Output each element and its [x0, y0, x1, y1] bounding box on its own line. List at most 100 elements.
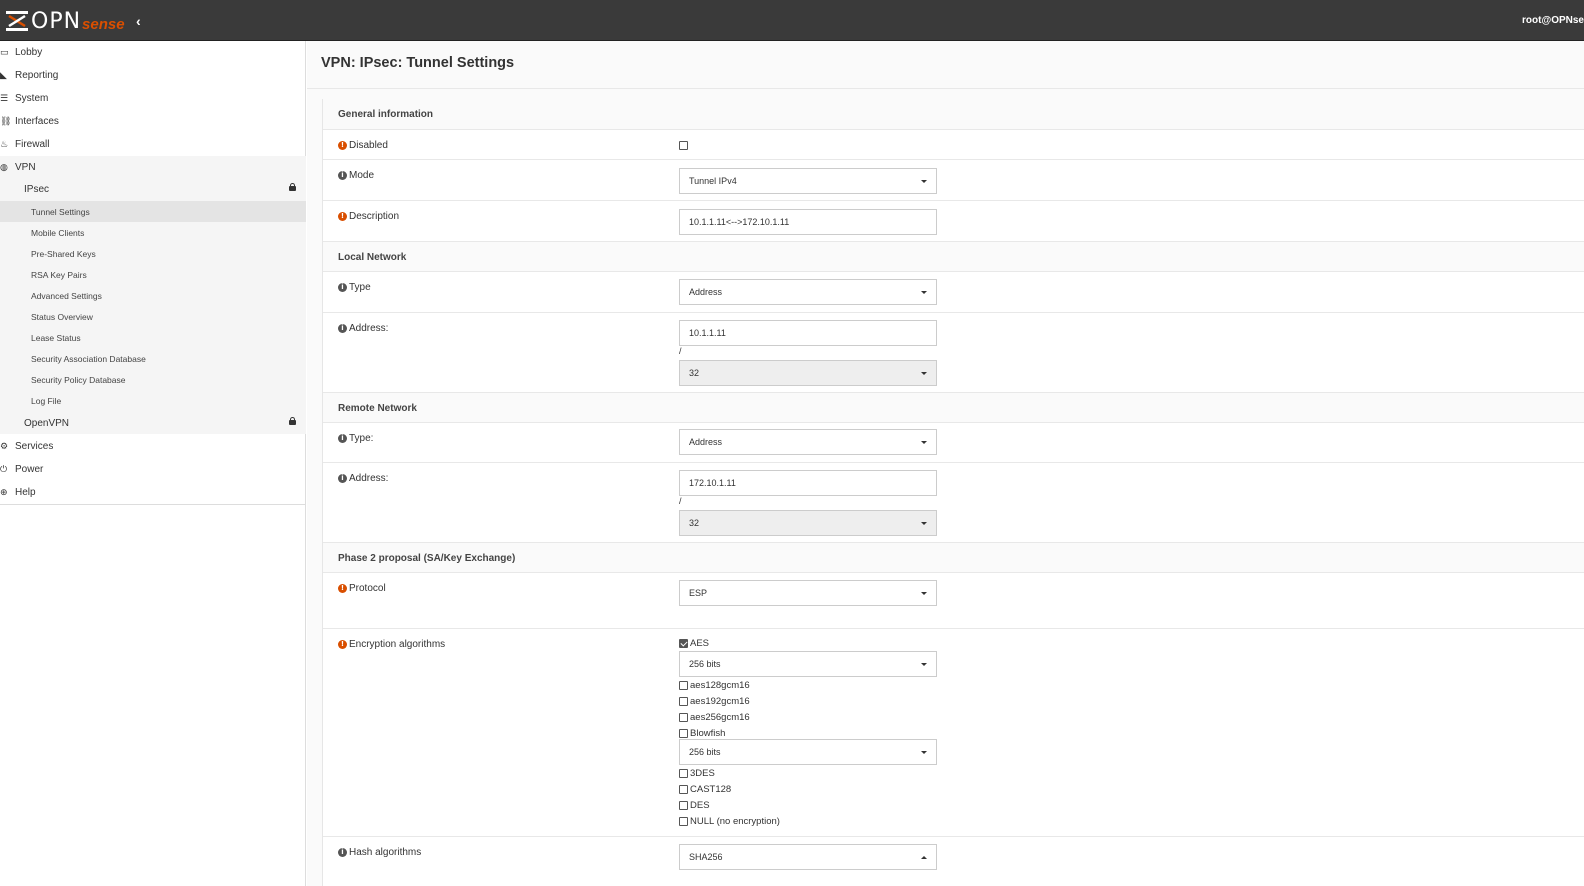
row-mode: i Mode Tunnel IPv4 [323, 160, 1584, 201]
sidebar-item-power[interactable]: ⏻ Power [0, 458, 306, 480]
aes192gcm16-checkbox[interactable] [679, 697, 688, 706]
local-address-input[interactable]: 10.1.1.11 [679, 320, 937, 346]
sidebar-item-help[interactable]: ⊕ Help [0, 481, 306, 503]
field-label: Address: [349, 473, 389, 484]
blowfish-bits-select[interactable]: 256 bits [679, 739, 937, 765]
section-general: General information [323, 99, 1584, 130]
cidr-separator: / [679, 346, 682, 356]
info-icon[interactable]: i [338, 171, 347, 180]
aes256gcm16-checkbox[interactable] [679, 713, 688, 722]
sidebar-item-firewall[interactable]: ♨ Firewall [0, 133, 306, 155]
required-info-icon[interactable]: ! [338, 212, 347, 221]
disabled-checkbox[interactable] [679, 141, 688, 150]
3des-checkbox[interactable] [679, 769, 688, 778]
user-menu[interactable]: root@OPNse [1522, 15, 1584, 26]
field-label: Description [349, 211, 400, 222]
sidebar-subitem-tunnel-settings[interactable]: Tunnel Settings [0, 201, 306, 222]
caret-down-icon [921, 372, 927, 375]
section-heading: Remote Network [338, 403, 417, 414]
vpn-menu-expanded: ◍ VPN IPsec Tunnel Settings Mobile Clien… [0, 156, 306, 434]
info-icon[interactable]: i [338, 283, 347, 292]
null-encryption-checkbox[interactable] [679, 817, 688, 826]
cast128-checkbox[interactable] [679, 785, 688, 794]
des-checkbox[interactable] [679, 801, 688, 810]
aes-bits-select[interactable]: 256 bits [679, 651, 937, 677]
remote-mask-select[interactable]: 32 [679, 510, 937, 536]
sidebar-subitem-pre-shared-keys[interactable]: Pre-Shared Keys [0, 243, 306, 264]
aes128gcm16-checkbox[interactable] [679, 681, 688, 690]
sidebar-subitem-label: Security Association Database [31, 353, 146, 364]
local-type-select[interactable]: Address [679, 279, 937, 305]
sidebar-group-ipsec[interactable]: IPsec [0, 178, 306, 200]
required-info-icon[interactable]: ! [338, 640, 347, 649]
remote-type-label: i Type: [338, 433, 373, 444]
select-value: Address [689, 287, 723, 297]
blowfish-checkbox[interactable] [679, 729, 688, 738]
mode-label: i Mode [338, 170, 374, 181]
fire-icon: ♨ [0, 138, 9, 149]
info-icon[interactable]: i [338, 434, 347, 443]
sidebar-subitem-sad[interactable]: Security Association Database [0, 348, 306, 369]
title-divider [307, 88, 1584, 89]
sidebar-subitem-label: Tunnel Settings [31, 206, 90, 217]
remote-address-input[interactable]: 172.10.1.11 [679, 470, 937, 496]
sidebar-subitem-status-overview[interactable]: Status Overview [0, 306, 306, 327]
sidebar-item-label: Firewall [15, 138, 50, 150]
sidebar-subitem-log-file[interactable]: Log File [0, 390, 306, 411]
field-label: Disabled [349, 140, 388, 151]
sidebar-subitem-mobile-clients[interactable]: Mobile Clients [0, 222, 306, 243]
sidebar-group-openvpn[interactable]: OpenVPN [0, 412, 306, 434]
sidebar-collapse-chevron-icon[interactable]: ‹ [136, 13, 141, 29]
row-local-type: i Type Address [323, 272, 1584, 313]
info-icon[interactable]: i [338, 324, 347, 333]
sidebar-subitem-lease-status[interactable]: Lease Status [0, 327, 306, 348]
sidebar-item-label: System [15, 92, 49, 104]
sidebar-subitem-rsa-key-pairs[interactable]: RSA Key Pairs [0, 264, 306, 285]
encryption-label: ! Encryption algorithms [338, 639, 445, 650]
sidebar-item-interfaces[interactable]: ⛓ Interfaces [0, 110, 306, 132]
local-mask-select[interactable]: 32 [679, 360, 937, 386]
section-local-network: Local Network [323, 242, 1584, 272]
mode-select[interactable]: Tunnel IPv4 [679, 168, 937, 194]
input-value: 10.1.1.11 [689, 328, 726, 338]
select-value: 256 bits [689, 659, 721, 669]
remote-type-select[interactable]: Address [679, 429, 937, 455]
protocol-label: ! Protocol [338, 583, 386, 594]
row-remote-address: i Address: 172.10.1.11 / 32 [323, 463, 1584, 543]
info-icon[interactable]: i [338, 474, 347, 483]
cidr-separator: / [679, 496, 682, 506]
sidebar-subitem-advanced-settings[interactable]: Advanced Settings [0, 285, 306, 306]
sidebar-item-label: Services [15, 440, 54, 452]
section-remote-network: Remote Network [323, 393, 1584, 423]
sidebar-item-services[interactable]: ⚙ Services [0, 435, 306, 457]
sidebar-item-reporting[interactable]: ◣ Reporting [0, 64, 306, 86]
info-icon[interactable]: i [338, 848, 347, 857]
sitemap-icon: ⛓ [0, 115, 12, 126]
section-heading: Local Network [338, 252, 407, 263]
hash-algorithms-select[interactable]: SHA256 [679, 844, 937, 870]
protocol-select[interactable]: ESP [679, 580, 937, 606]
sidebar-item-label: Reporting [15, 69, 59, 81]
lock-icon [289, 417, 296, 425]
sidebar-item-lobby[interactable]: ▭ Lobby [0, 41, 306, 63]
aes-checkbox[interactable] [679, 639, 688, 648]
sidebar-subitem-spd[interactable]: Security Policy Database [0, 369, 306, 390]
section-phase2: Phase 2 proposal (SA/Key Exchange) [323, 543, 1584, 573]
required-info-icon[interactable]: ! [338, 141, 347, 150]
sidebar-item-label: VPN [15, 161, 36, 173]
sidebar-item-vpn[interactable]: ◍ VPN [0, 156, 306, 178]
plug-icon: ⏻ [0, 463, 8, 474]
field-label: Hash algorithms [349, 847, 422, 858]
sidebar-subitem-label: Status Overview [31, 311, 93, 322]
aes-label: AES [690, 638, 710, 649]
opnsense-logo[interactable]: OPN sense [6, 8, 125, 34]
aes128gcm16-label: aes128gcm16 [690, 680, 750, 691]
logo-opn-text: OPN [31, 8, 82, 34]
sidebar-item-system[interactable]: ☰ System [0, 87, 306, 109]
required-info-icon[interactable]: ! [338, 584, 347, 593]
caret-down-icon [921, 291, 927, 294]
sidebar-item-label: Lobby [15, 46, 43, 58]
area-chart-icon: ◣ [0, 69, 7, 80]
row-protocol: ! Protocol ESP [323, 573, 1584, 629]
description-input[interactable]: 10.1.1.11<-->172.10.1.11 [679, 209, 937, 235]
